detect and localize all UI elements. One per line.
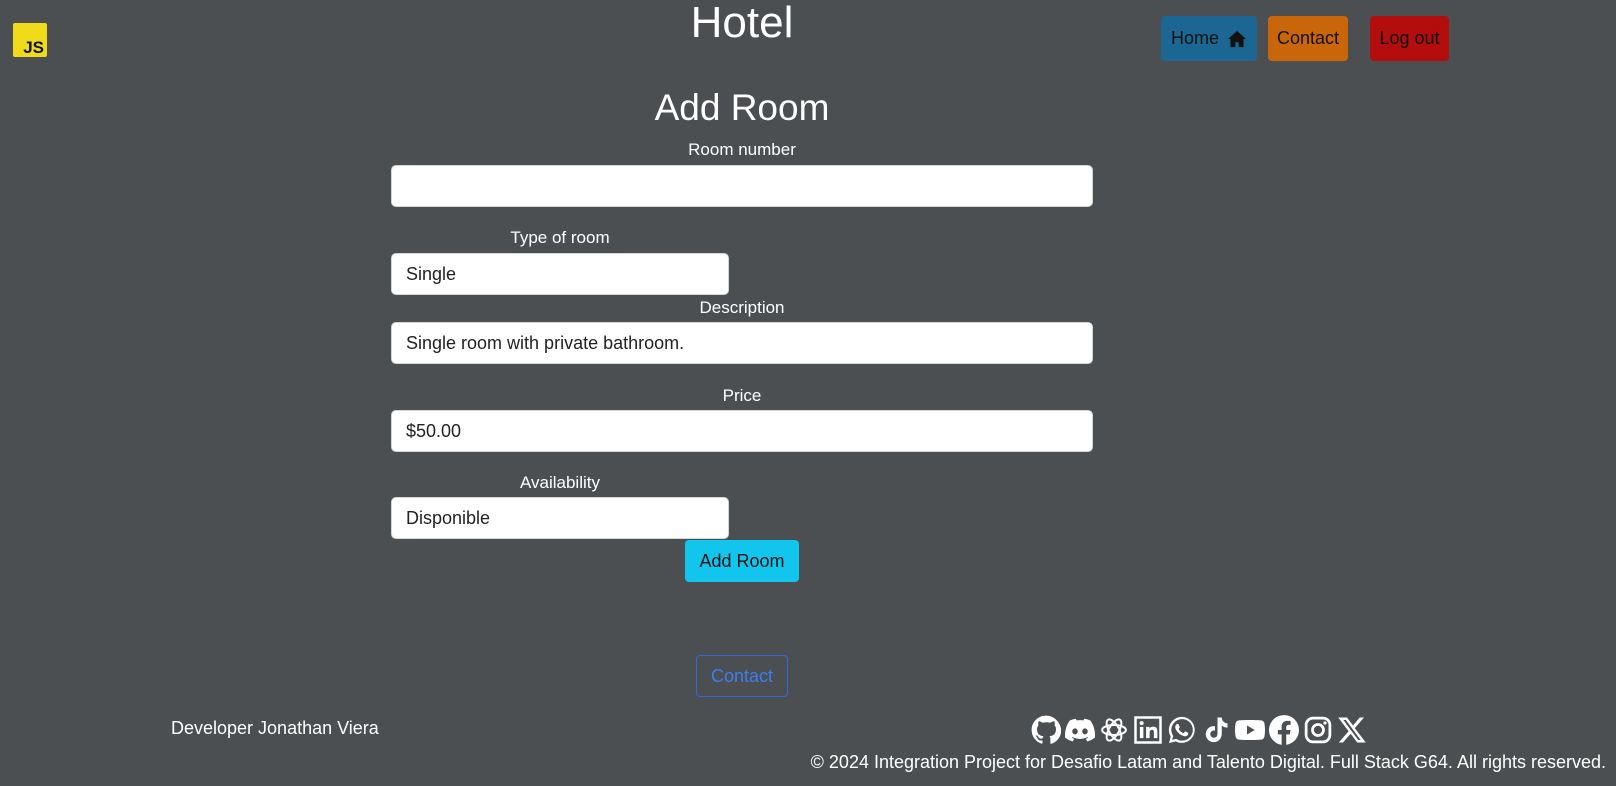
youtube-icon[interactable]	[1234, 715, 1265, 746]
room-number-label: Room number	[688, 140, 796, 159]
instagram-icon[interactable]	[1302, 715, 1333, 746]
home-label: Home	[1170, 28, 1219, 48]
description-label: Description	[699, 298, 785, 317]
site-title: Hotel	[690, 0, 794, 47]
availability-label: Availability	[519, 473, 600, 492]
x-icon[interactable]	[1336, 715, 1367, 746]
developer-credit: Developer Jonathan Viera	[171, 718, 379, 738]
social-links	[1030, 713, 1367, 747]
price-label: Price	[722, 386, 762, 405]
openai-icon[interactable]	[1098, 715, 1129, 746]
price-input[interactable]: $50.00	[391, 410, 1093, 452]
nav-contact-button[interactable]: Contact	[1268, 16, 1348, 61]
github-icon[interactable]	[1030, 715, 1061, 746]
facebook-icon[interactable]	[1268, 715, 1299, 746]
room-type-select[interactable]: Single	[391, 253, 729, 295]
discord-icon[interactable]	[1064, 715, 1095, 746]
room-number-input[interactable]	[391, 165, 1093, 207]
footer-contact-link[interactable]: Contact	[696, 655, 788, 697]
room-type-label: Type of room	[510, 228, 610, 247]
linkedin-icon[interactable]	[1132, 715, 1163, 746]
tiktok-icon[interactable]	[1200, 715, 1231, 746]
add-room-button[interactable]: Add Room	[685, 540, 799, 582]
home-icon	[1228, 30, 1246, 47]
whatsapp-icon[interactable]	[1166, 715, 1197, 746]
logout-button[interactable]: Log out	[1370, 16, 1449, 61]
copyright-text: © 2024 Integration Project for Desafio L…	[810, 752, 1606, 772]
availability-select[interactable]: Disponible	[391, 497, 729, 539]
page: JS Hotel Home Contact Log out Add Room R…	[0, 0, 1616, 786]
home-button[interactable]: Home	[1161, 16, 1257, 61]
description-input[interactable]: Single room with private bathroom.	[391, 322, 1093, 364]
form-title: Add Room	[654, 87, 830, 128]
